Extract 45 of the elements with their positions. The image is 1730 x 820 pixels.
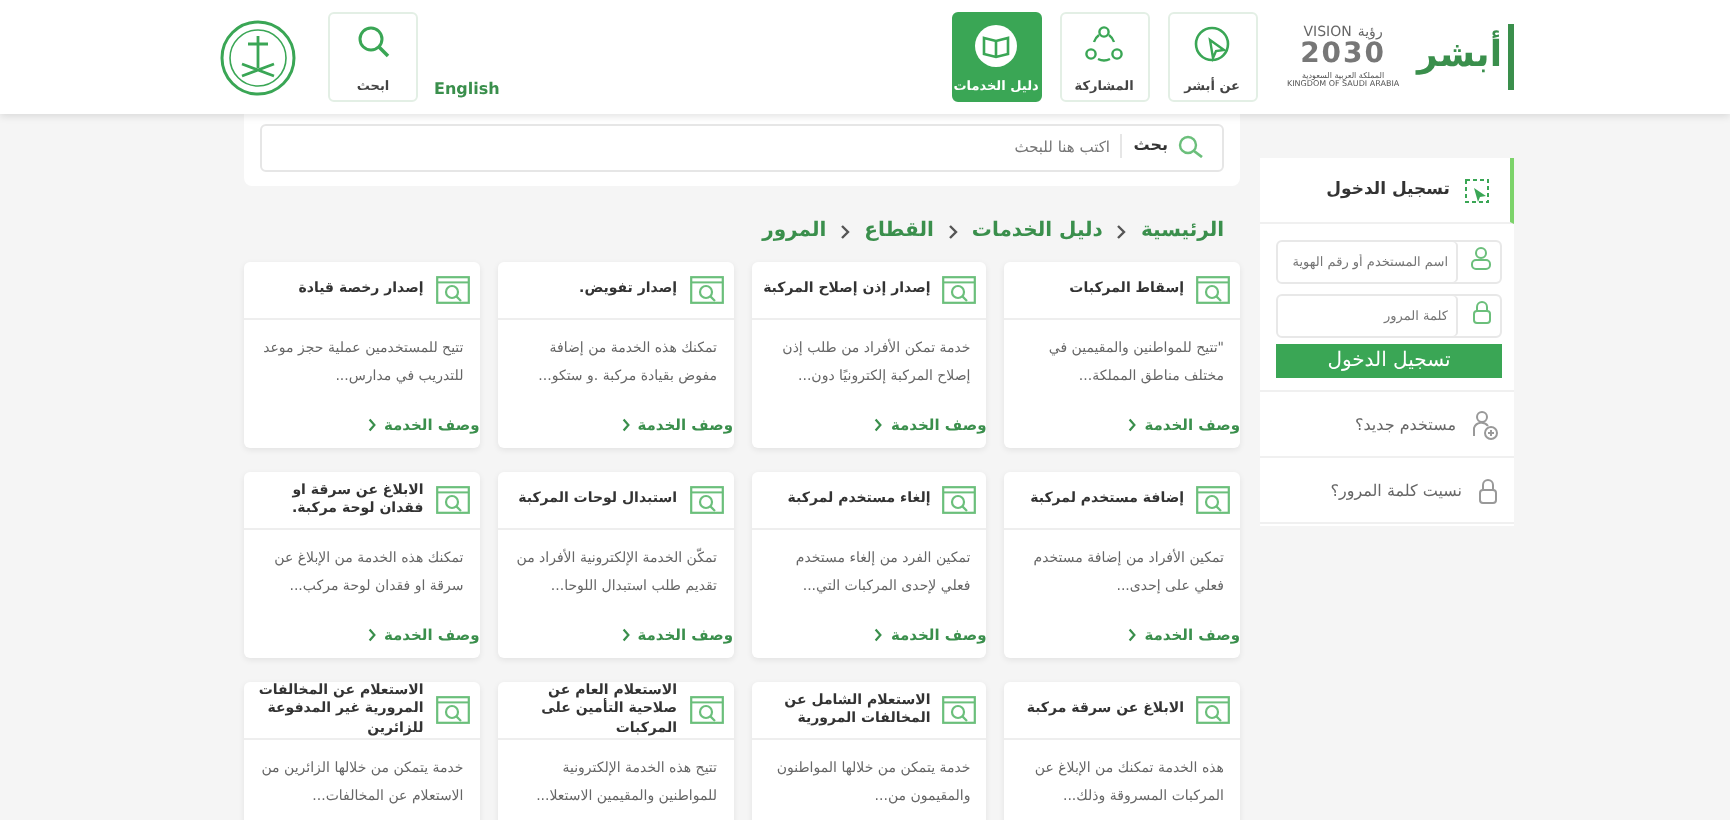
breadcrumb-link[interactable]: المرور [762,220,827,242]
search-label: بحث [1119,134,1168,158]
emblem-logo-icon [220,19,296,95]
login-title: تسجيل الدخول [1326,180,1450,200]
share-nodes-icon [1084,24,1125,64]
login-cursor-icon [1464,177,1490,203]
service-window-icon [1196,696,1230,724]
user-icon [1470,246,1492,270]
service-window-icon [942,486,977,514]
chevron-icon [621,418,630,432]
lock-icon [1472,300,1492,324]
service-window-icon [1196,486,1230,514]
chevron-icon [840,223,851,239]
pointer-icon [1192,24,1233,64]
chevron-icon [367,628,376,642]
absher-logo: أبشر [1415,23,1514,91]
search-icon [355,24,391,60]
service-window-icon [1196,276,1230,304]
breadcrumb-link[interactable]: الرئيسية [1140,220,1224,242]
service-window-icon [435,696,470,724]
chevron-icon [1128,418,1137,432]
service-window-icon [435,486,470,514]
chevron-icon [621,628,630,642]
lock-icon [1478,477,1498,503]
service-window-icon [689,276,723,304]
chevron-icon [874,628,883,642]
english-link[interactable]: English [434,80,500,98]
service-window-icon [942,696,977,724]
service-window-icon [435,276,470,304]
account-link[interactable]: مستخدم جديد؟ [1260,392,1514,458]
service-window-icon [689,486,723,514]
service-window-icon [689,696,723,724]
chevron-icon [1128,628,1137,642]
add-user-icon [1472,409,1498,439]
login-button[interactable]: تسجيل الدخول [1276,344,1502,378]
chevron-icon [874,418,883,432]
chevron-icon [947,223,958,239]
service-window-icon [942,276,977,304]
account-link[interactable]: نسيت كلمة المرور؟ [1260,458,1514,524]
search-icon [1176,134,1208,158]
breadcrumb-link[interactable]: دليل الخدمات [971,220,1103,242]
book-icon [974,24,1019,68]
breadcrumb-link[interactable]: القطاع [864,220,934,242]
chevron-icon [1116,223,1127,239]
chevron-icon [367,418,376,432]
